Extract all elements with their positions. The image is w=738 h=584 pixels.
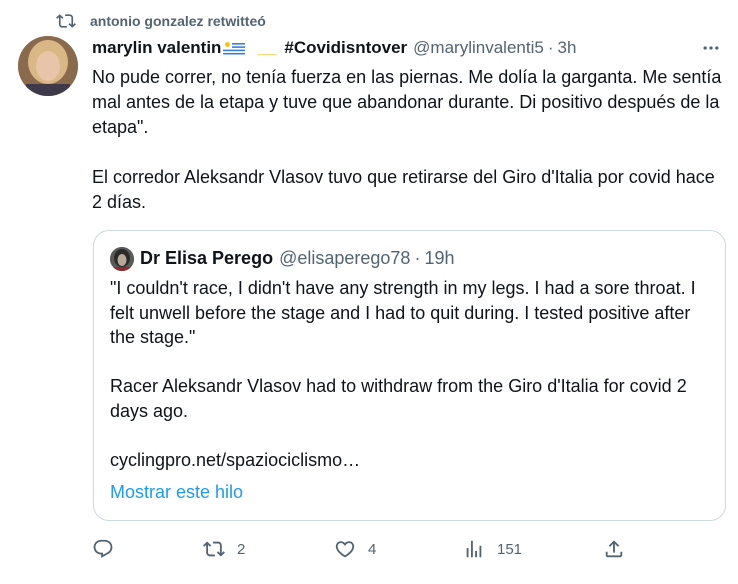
uruguay-flag-icon [223, 40, 246, 56]
reply-button[interactable] [92, 536, 126, 562]
separator-dot: · [547, 38, 554, 57]
views-button[interactable]: 151 [463, 536, 522, 562]
author-name[interactable]: marylin valentin [92, 38, 221, 58]
action-bar: 2 4 151 [92, 536, 632, 562]
reply-icon [93, 539, 113, 558]
more-icon [703, 46, 719, 50]
heart-icon [335, 541, 355, 558]
like-count: 4 [368, 540, 377, 558]
views-icon [466, 540, 482, 558]
retweet-icon [56, 11, 76, 31]
avatar[interactable] [18, 36, 78, 96]
views-count: 151 [497, 540, 523, 558]
show-thread-link[interactable]: Mostrar este hilo [110, 482, 243, 503]
more-options-button[interactable] [698, 36, 724, 60]
name-hashtag: #Covidisntover [284, 38, 408, 57]
quoted-author-name[interactable]: Dr Elisa Perego [140, 248, 273, 269]
retweet-context[interactable]: antonio gonzalez retwitteó [56, 10, 266, 32]
author-handle[interactable]: @marylinvalenti5 [413, 38, 544, 58]
quoted-text: "I couldn't race, I didn't have any stre… [110, 278, 696, 470]
quoted-time[interactable]: 19h [424, 248, 454, 269]
retweet-label: antonio gonzalez retwitteó [90, 13, 266, 29]
retweet-icon [203, 541, 225, 557]
name-underscore: __ [257, 38, 277, 57]
quoted-header: Dr Elisa Perego @elisaperego78 · 19h [140, 245, 454, 271]
share-icon [605, 540, 623, 558]
like-button[interactable]: 4 [334, 536, 376, 562]
tweet-text: No pude correr, no tenía fuerza en las p… [92, 67, 722, 212]
share-button[interactable] [603, 536, 637, 562]
retweet-count: 2 [237, 540, 246, 558]
tweet-header: marylin valentin __ #Covidisntover @mary… [92, 36, 722, 60]
tweet-time[interactable]: 3h [557, 38, 576, 58]
quoted-separator-dot: · [414, 247, 421, 268]
quoted-avatar[interactable] [110, 247, 134, 271]
quoted-author-handle[interactable]: @elisaperego78 [279, 248, 410, 269]
retweet-button[interactable]: 2 [203, 536, 245, 562]
quoted-tweet[interactable]: Dr Elisa Perego @elisaperego78 · 19h "I … [93, 230, 726, 521]
